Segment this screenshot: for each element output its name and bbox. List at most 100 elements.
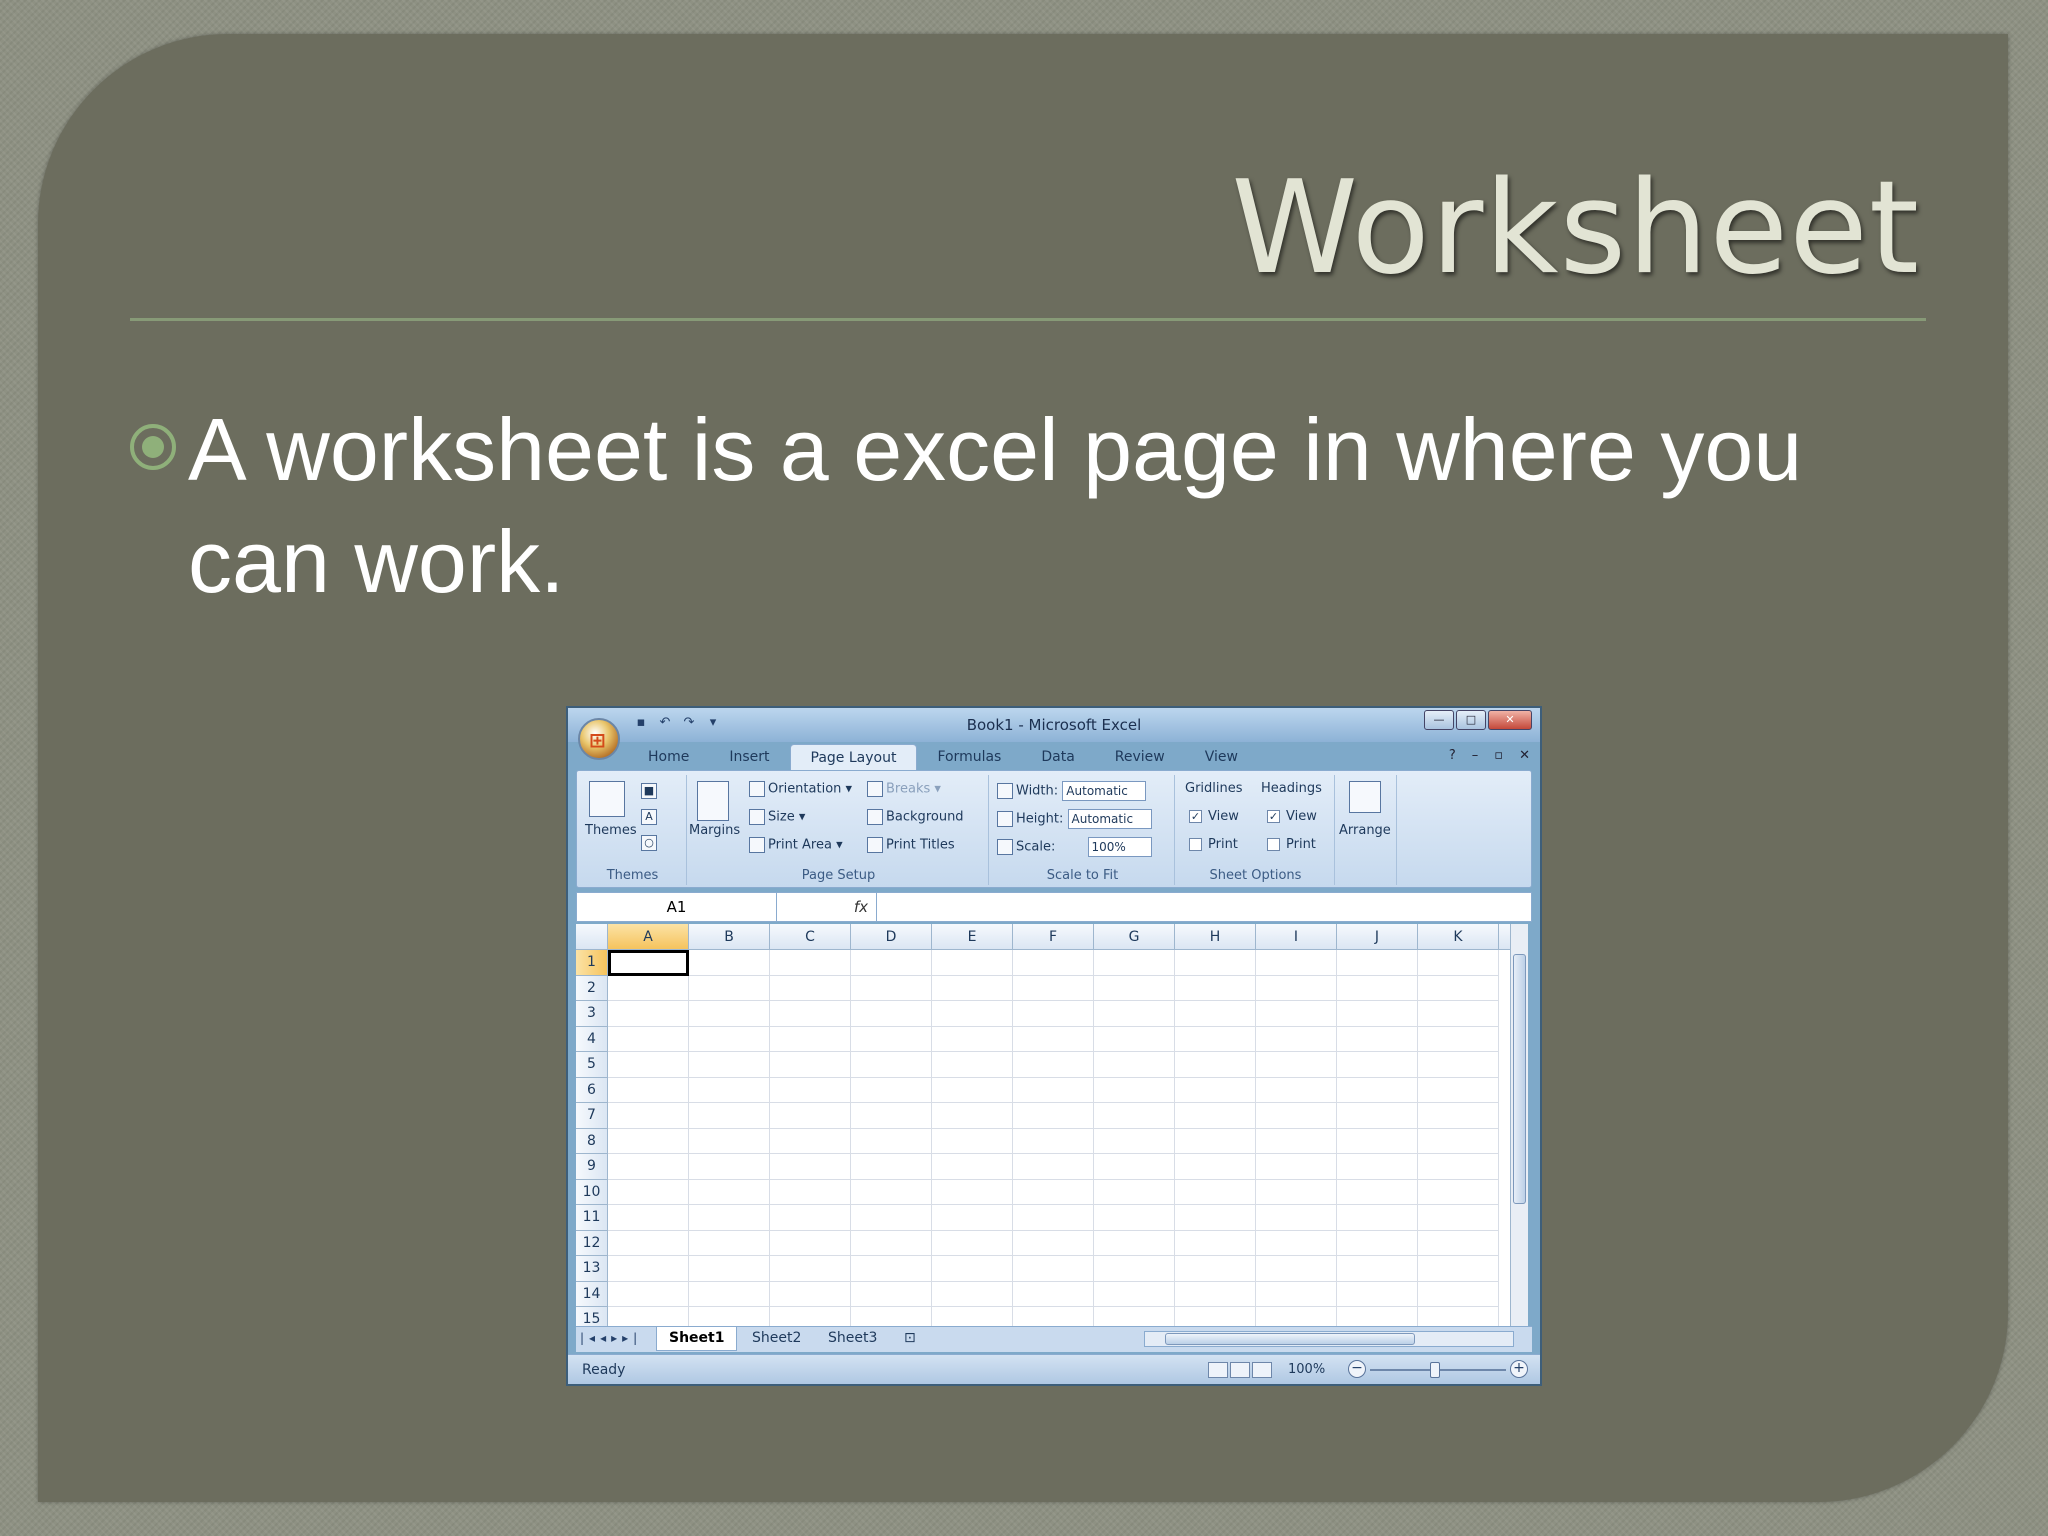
grid-cell[interactable] [1013,1154,1094,1180]
close-button[interactable]: ✕ [1488,710,1532,730]
grid-cell[interactable] [770,1205,851,1231]
grid-cell[interactable] [851,1230,932,1256]
grid-cell[interactable] [1418,1179,1499,1205]
worksheet-grid[interactable]: ABCDEFGHIJK 1 2 3 4 5 6 7 8 9 10 11 12 13 14 15 [576,924,1516,1326]
gridlines-view-checkbox[interactable]: ✓ View [1189,809,1239,824]
grid-cell[interactable] [1175,1077,1256,1103]
grid-cell[interactable] [851,975,932,1001]
grid-cell[interactable] [689,1001,770,1027]
grid-cell[interactable] [851,950,932,976]
grid-cell[interactable] [608,1103,689,1129]
page-break-view-icon[interactable] [1252,1362,1272,1378]
themes-button[interactable]: Themes [585,823,637,838]
grid-cell[interactable] [1013,1256,1094,1282]
zoom-knob[interactable] [1430,1362,1440,1378]
sheet-tab-3[interactable]: Sheet3 [816,1327,889,1351]
grid-cell[interactable] [770,1103,851,1129]
row-header-2[interactable]: 2 [576,975,608,1001]
grid-cell[interactable] [608,1154,689,1180]
grid-cell[interactable] [689,975,770,1001]
grid-cell[interactable] [608,1026,689,1052]
grid-cell[interactable] [1094,1154,1175,1180]
grid-cell[interactable] [1094,1230,1175,1256]
grid-cell[interactable] [689,1281,770,1307]
tab-page-layout[interactable]: Page Layout [789,744,918,772]
grid-cell[interactable] [1175,1307,1256,1326]
grid-cell[interactable] [770,1001,851,1027]
vertical-scroll-thumb[interactable] [1513,954,1526,1204]
print-titles-button[interactable]: Print Titles [867,837,955,853]
ribbon-close-icon[interactable]: ✕ [1519,748,1530,763]
grid-cell[interactable] [932,1052,1013,1078]
horizontal-scroll-thumb[interactable] [1165,1333,1415,1345]
grid-cell[interactable] [1175,1026,1256,1052]
grid-cell[interactable] [1337,950,1418,976]
gridlines-print-checkbox[interactable]: Print [1189,837,1238,852]
grid-cell[interactable] [1337,1052,1418,1078]
grid-cell[interactable] [851,1205,932,1231]
grid-cell[interactable] [932,1128,1013,1154]
grid-cell[interactable] [1337,1205,1418,1231]
grid-cell[interactable] [851,1307,932,1326]
grid-cell[interactable] [1337,1077,1418,1103]
grid-cell[interactable] [1256,1256,1337,1282]
grid-cell[interactable] [932,1256,1013,1282]
grid-cell[interactable] [608,1307,689,1326]
tab-formulas[interactable]: Formulas [917,744,1021,772]
grid-cell[interactable] [608,1128,689,1154]
grid-cell[interactable] [851,1001,932,1027]
grid-cell[interactable] [1256,1001,1337,1027]
row-header-6[interactable]: 6 [576,1077,608,1103]
grid-cell[interactable] [770,1052,851,1078]
grid-cell[interactable] [770,1026,851,1052]
grid-cell[interactable] [689,1307,770,1326]
colors-button[interactable]: ■ [641,783,660,799]
row-header-9[interactable]: 9 [576,1154,608,1180]
grid-cell[interactable] [1013,1052,1094,1078]
grid-cell[interactable] [851,1103,932,1129]
grid-cell[interactable] [1175,1128,1256,1154]
grid-cell[interactable] [1175,1179,1256,1205]
row-header-3[interactable]: 3 [576,1001,608,1027]
grid-cell[interactable] [932,1026,1013,1052]
grid-cell[interactable] [851,1179,932,1205]
grid-cell[interactable] [1175,1001,1256,1027]
select-all-corner[interactable] [576,924,608,950]
grid-cell[interactable] [1337,1026,1418,1052]
tab-view[interactable]: View [1185,744,1258,772]
insert-function-icon[interactable]: fx [787,893,877,921]
grid-cell[interactable] [1013,1128,1094,1154]
grid-cell[interactable] [1175,1154,1256,1180]
grid-cell[interactable] [1418,950,1499,976]
grid-cell[interactable] [1013,1281,1094,1307]
sheet-tab-2[interactable]: Sheet2 [740,1327,813,1351]
column-header-e[interactable]: E [932,924,1013,949]
grid-cell[interactable] [1256,950,1337,976]
height-dropdown[interactable]: Automatic [1067,809,1152,829]
grid-cell[interactable] [1013,950,1094,976]
grid-cell[interactable] [1175,1052,1256,1078]
grid-cell[interactable] [1256,1128,1337,1154]
grid-cell[interactable] [1418,1205,1499,1231]
grid-cell[interactable] [1337,1128,1418,1154]
grid-cell[interactable] [1418,1281,1499,1307]
grid-cell[interactable] [770,1230,851,1256]
grid-cell[interactable] [608,1179,689,1205]
grid-cell[interactable] [851,1026,932,1052]
grid-cell[interactable] [932,1077,1013,1103]
grid-cell[interactable] [608,975,689,1001]
grid-cell[interactable] [1256,1179,1337,1205]
grid-cell[interactable] [689,1077,770,1103]
help-icon[interactable]: ? [1449,748,1456,763]
row-header-15[interactable]: 15 [576,1307,608,1326]
grid-cell[interactable] [1418,1001,1499,1027]
grid-cell[interactable] [1175,950,1256,976]
tab-home[interactable]: Home [628,744,709,772]
grid-cell[interactable] [851,1077,932,1103]
grid-cell[interactable] [1337,1230,1418,1256]
tab-insert[interactable]: Insert [709,744,789,772]
column-header-k[interactable]: K [1418,924,1499,949]
column-header-g[interactable]: G [1094,924,1175,949]
grid-cell[interactable] [1175,1230,1256,1256]
ribbon-restore-icon[interactable]: ▫ [1494,748,1503,763]
